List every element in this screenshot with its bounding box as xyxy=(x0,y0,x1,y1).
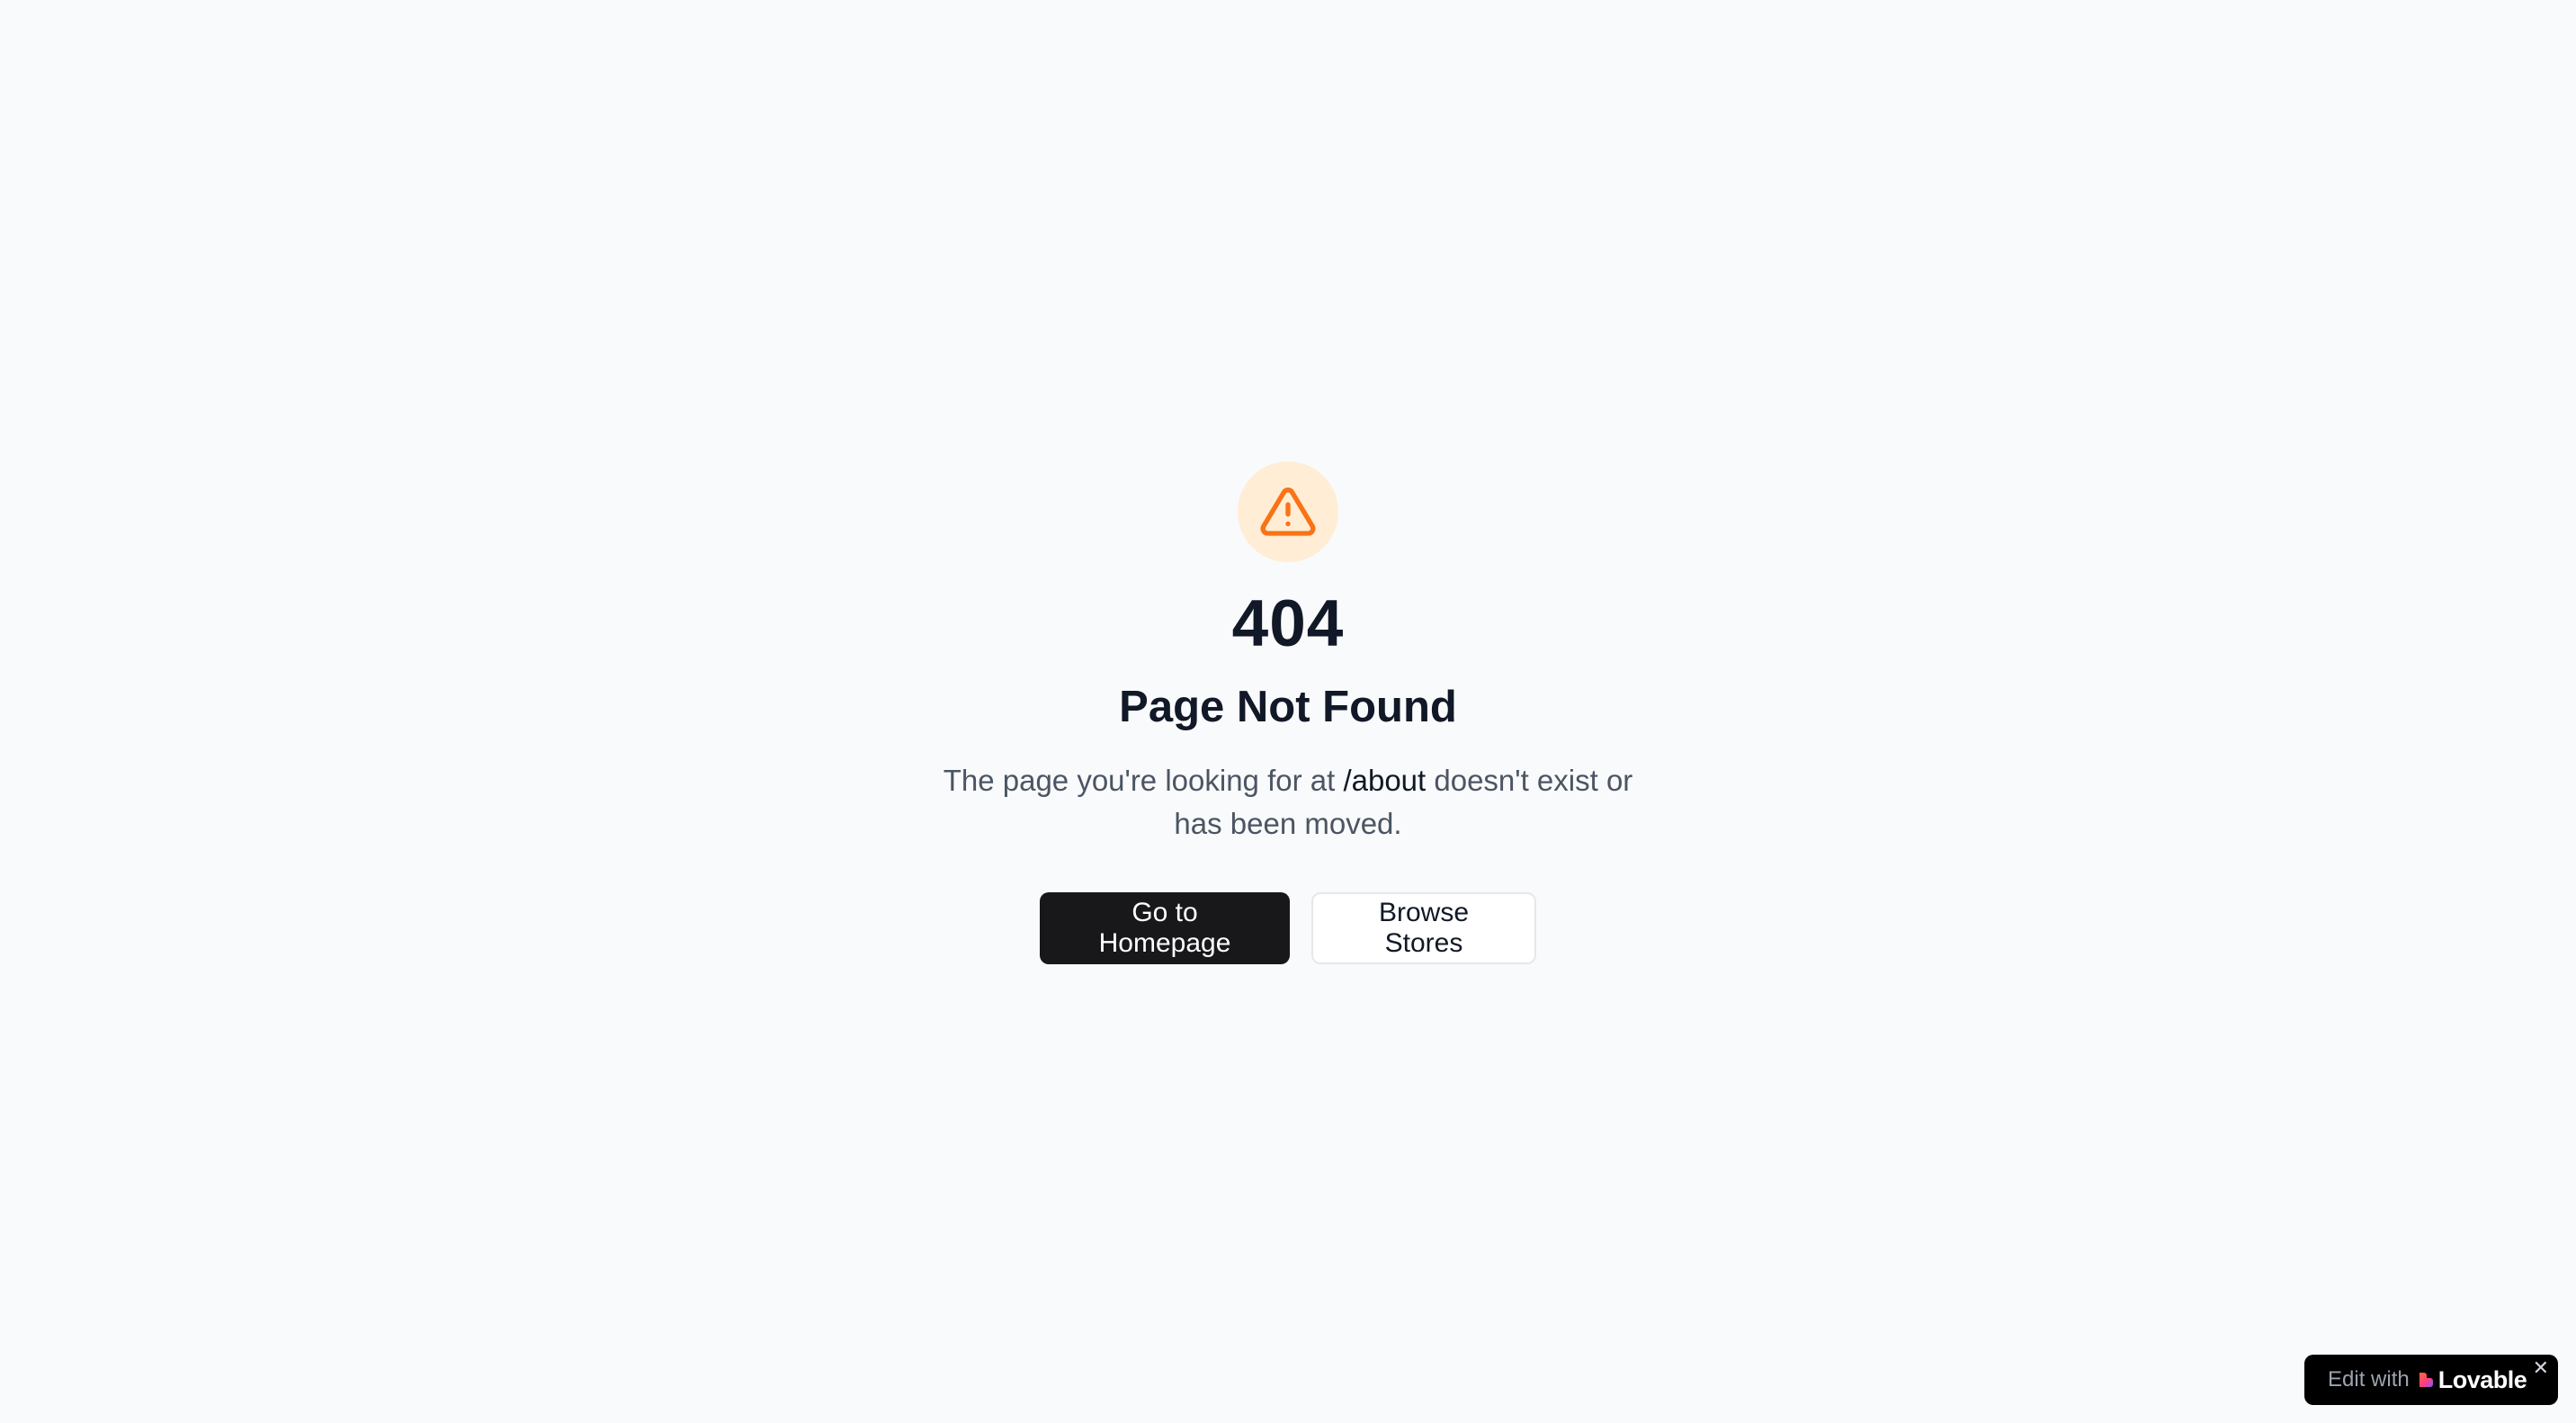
edit-with-label: Edit with xyxy=(2328,1367,2410,1392)
lovable-brand-label: Lovable xyxy=(2437,1365,2527,1393)
error-content: 404 Page Not Found The page you're looki… xyxy=(0,461,2576,964)
lovable-heart-icon xyxy=(2419,1373,2433,1387)
description-text-start: The page you're looking for at xyxy=(943,763,1344,797)
warning-triangle-icon xyxy=(1260,488,1316,536)
error-description: The page you're looking for at /about do… xyxy=(919,759,1657,846)
close-badge-icon[interactable]: ✕ xyxy=(2533,1358,2549,1378)
warning-icon-badge xyxy=(1238,461,1338,562)
error-code: 404 xyxy=(1231,587,1345,660)
go-to-homepage-button[interactable]: Go to Homepage xyxy=(1040,891,1290,964)
not-found-page: 404 Page Not Found The page you're looki… xyxy=(0,0,2576,1423)
page-title: Page Not Found xyxy=(1119,683,1457,731)
requested-path: /about xyxy=(1343,763,1427,797)
browse-stores-button[interactable]: Browse Stores xyxy=(1311,891,1536,964)
action-buttons: Go to Homepage Browse Stores xyxy=(1040,891,1536,964)
edit-with-lovable-badge[interactable]: Edit with Lovable ✕ xyxy=(2304,1355,2558,1405)
